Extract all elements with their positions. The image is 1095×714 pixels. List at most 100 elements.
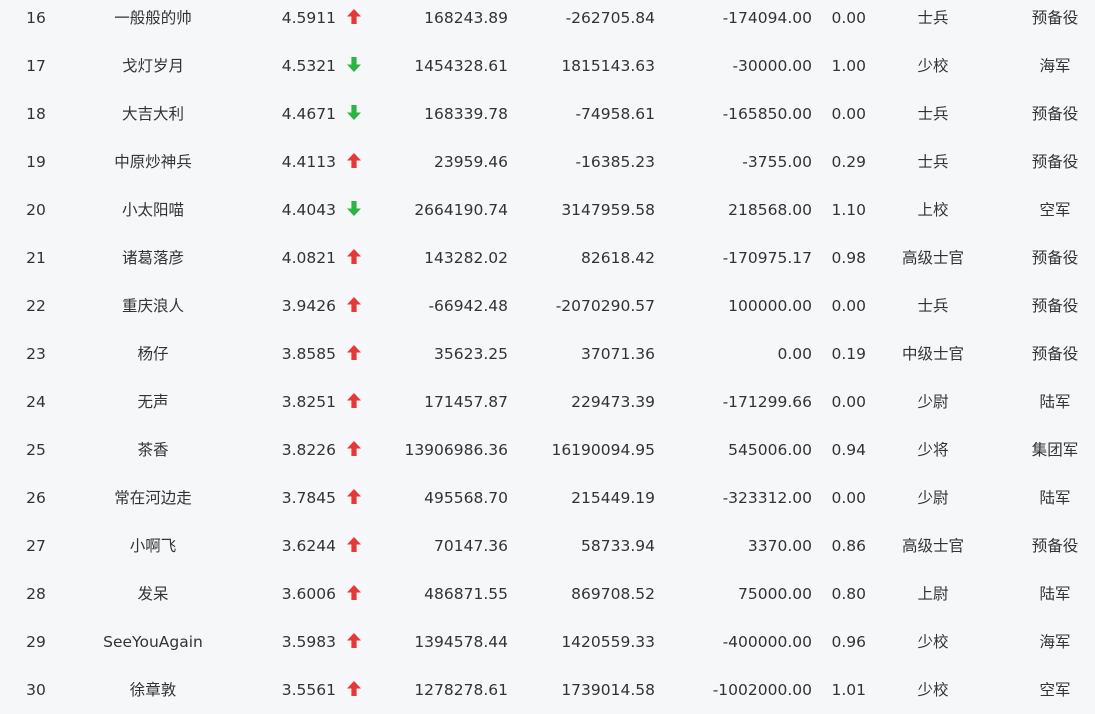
value-2-cell: 58733.94 bbox=[581, 537, 655, 555]
username-cell: 常在河边走 bbox=[114, 489, 192, 507]
ratio-cell: 1.00 bbox=[831, 57, 866, 75]
username-cell: 小太阳喵 bbox=[121, 201, 184, 219]
branch-cell: 海军 bbox=[1039, 57, 1071, 75]
rank-cell: 27 bbox=[26, 537, 46, 555]
score-cell: 4.4113 bbox=[281, 153, 336, 171]
branch-cell: 预备役 bbox=[1031, 537, 1079, 555]
username-cell: 重庆浪人 bbox=[121, 297, 184, 315]
table-row[interactable]: 20 小太阳喵 4.4043 2664190.74 3147959.58 218568.0… bbox=[0, 186, 1095, 234]
value-3-cell: -165850.00 bbox=[722, 105, 812, 123]
branch-cell: 预备役 bbox=[1031, 297, 1079, 315]
arrow-up-icon bbox=[347, 9, 361, 24]
score-cell: 3.8585 bbox=[281, 345, 336, 363]
value-1-cell: 168339.78 bbox=[424, 105, 508, 123]
ratio-cell: 0.00 bbox=[831, 297, 866, 315]
branch-cell: 陆军 bbox=[1039, 489, 1071, 507]
military-rank-cell: 中级士官 bbox=[901, 345, 964, 363]
table-row[interactable]: 27 小啊飞 3.6244 70147.36 58733.94 3370.00 0.86 高级… bbox=[0, 522, 1095, 570]
value-1-cell: 35623.25 bbox=[434, 345, 508, 363]
value-3-cell: -323312.00 bbox=[722, 489, 812, 507]
table-row[interactable]: 19 中原炒神兵 4.4113 23959.46 -16385.23 -3755.00 0.… bbox=[0, 138, 1095, 186]
table-row[interactable]: 29 SeeYouAgain 3.5983 1394578.44 1420559.33 -… bbox=[0, 618, 1095, 666]
military-rank-cell: 上尉 bbox=[917, 585, 949, 603]
military-rank-cell: 士兵 bbox=[917, 297, 949, 315]
arrow-up-icon bbox=[347, 633, 361, 648]
ratio-cell: 0.80 bbox=[831, 585, 866, 603]
rank-cell: 28 bbox=[26, 585, 46, 603]
ratio-cell: 0.00 bbox=[831, 9, 866, 27]
value-3-cell: -3755.00 bbox=[742, 153, 812, 171]
rank-cell: 16 bbox=[26, 9, 46, 27]
table-row[interactable]: 18 大吉大利 4.4671 168339.78 -74958.61 -165850.00… bbox=[0, 90, 1095, 138]
table-row[interactable]: 28 发呆 3.6006 486871.55 869708.52 75000.00 0.80… bbox=[0, 570, 1095, 618]
branch-cell: 预备役 bbox=[1031, 249, 1079, 267]
value-3-cell: 100000.00 bbox=[728, 297, 812, 315]
rank-cell: 17 bbox=[26, 57, 46, 75]
arrow-down-icon bbox=[347, 201, 361, 216]
arrow-up-icon bbox=[347, 345, 361, 360]
value-1-cell: 13906986.36 bbox=[404, 441, 508, 459]
username-cell: 发呆 bbox=[137, 585, 169, 603]
value-1-cell: 495568.70 bbox=[424, 489, 508, 507]
rank-cell: 25 bbox=[26, 441, 46, 459]
value-3-cell: 3370.00 bbox=[747, 537, 812, 555]
arrow-up-icon bbox=[347, 585, 361, 600]
value-2-cell: 229473.39 bbox=[571, 393, 655, 411]
value-1-cell: 168243.89 bbox=[424, 9, 508, 27]
username-cell: 中原炒神兵 bbox=[114, 153, 192, 171]
value-2-cell: 37071.36 bbox=[581, 345, 655, 363]
value-1-cell: 1394578.44 bbox=[414, 633, 508, 651]
table-row[interactable]: 23 杨仔 3.8585 35623.25 37071.36 0.00 0.19 中级士官 预备… bbox=[0, 330, 1095, 378]
table-row[interactable]: 16 一般般的帅 4.5911 168243.89 -262705.84 -174094.… bbox=[0, 0, 1095, 42]
value-1-cell: 171457.87 bbox=[424, 393, 508, 411]
score-cell: 3.8251 bbox=[281, 393, 336, 411]
value-2-cell: 215449.19 bbox=[571, 489, 655, 507]
value-3-cell: -400000.00 bbox=[722, 633, 812, 651]
username-cell: SeeYouAgain bbox=[103, 633, 203, 651]
value-2-cell: 3147959.58 bbox=[561, 201, 655, 219]
military-rank-cell: 少将 bbox=[917, 441, 949, 459]
table-row[interactable]: 25 茶香 3.8226 13906986.36 16190094.95 545006.0… bbox=[0, 426, 1095, 474]
username-cell: 大吉大利 bbox=[121, 105, 184, 123]
score-cell: 3.5983 bbox=[281, 633, 336, 651]
table-row[interactable]: 21 诸葛落彦 4.0821 143282.02 82618.42 -170975.17 0… bbox=[0, 234, 1095, 282]
leaderboard-table: 16 一般般的帅 4.5911 168243.89 -262705.84 -174094.… bbox=[0, 0, 1095, 714]
ratio-cell: 0.94 bbox=[831, 441, 866, 459]
username-cell: 诸葛落彦 bbox=[121, 249, 184, 267]
rank-cell: 23 bbox=[26, 345, 46, 363]
military-rank-cell: 少校 bbox=[917, 57, 949, 75]
arrow-down-icon bbox=[347, 57, 361, 72]
military-rank-cell: 士兵 bbox=[917, 153, 949, 171]
arrow-down-icon bbox=[347, 105, 361, 120]
value-1-cell: 23959.46 bbox=[434, 153, 508, 171]
value-3-cell: 545006.00 bbox=[728, 441, 812, 459]
arrow-up-icon bbox=[347, 297, 361, 312]
table-row[interactable]: 17 戈灯岁月 4.5321 1454328.61 1815143.63 -30000.0… bbox=[0, 42, 1095, 90]
score-cell: 3.6244 bbox=[281, 537, 336, 555]
military-rank-cell: 士兵 bbox=[917, 9, 949, 27]
table-row[interactable]: 26 常在河边走 3.7845 495568.70 215449.19 -323312.0… bbox=[0, 474, 1095, 522]
value-1-cell: 1454328.61 bbox=[414, 57, 508, 75]
military-rank-cell: 少尉 bbox=[917, 489, 949, 507]
value-1-cell: 2664190.74 bbox=[414, 201, 508, 219]
value-2-cell: 16190094.95 bbox=[551, 441, 655, 459]
military-rank-cell: 士兵 bbox=[917, 105, 949, 123]
value-3-cell: 218568.00 bbox=[728, 201, 812, 219]
ratio-cell: 1.10 bbox=[831, 201, 866, 219]
rank-cell: 19 bbox=[26, 153, 46, 171]
branch-cell: 海军 bbox=[1039, 633, 1071, 651]
branch-cell: 预备役 bbox=[1031, 345, 1079, 363]
score-cell: 3.7845 bbox=[281, 489, 336, 507]
value-2-cell: -16385.23 bbox=[575, 153, 655, 171]
score-cell: 3.6006 bbox=[281, 585, 336, 603]
military-rank-cell: 少尉 bbox=[917, 393, 949, 411]
table-row[interactable]: 22 重庆浪人 3.9426 -66942.48 -2070290.57 100000.0… bbox=[0, 282, 1095, 330]
score-cell: 3.9426 bbox=[281, 297, 336, 315]
arrow-up-icon bbox=[347, 249, 361, 264]
value-3-cell: -174094.00 bbox=[722, 9, 812, 27]
value-3-cell: 0.00 bbox=[777, 345, 812, 363]
table-row[interactable]: 24 无声 3.8251 171457.87 229473.39 -171299.66 0.… bbox=[0, 378, 1095, 426]
ratio-cell: 0.29 bbox=[831, 153, 866, 171]
username-cell: 戈灯岁月 bbox=[121, 57, 184, 75]
score-cell: 3.8226 bbox=[281, 441, 336, 459]
